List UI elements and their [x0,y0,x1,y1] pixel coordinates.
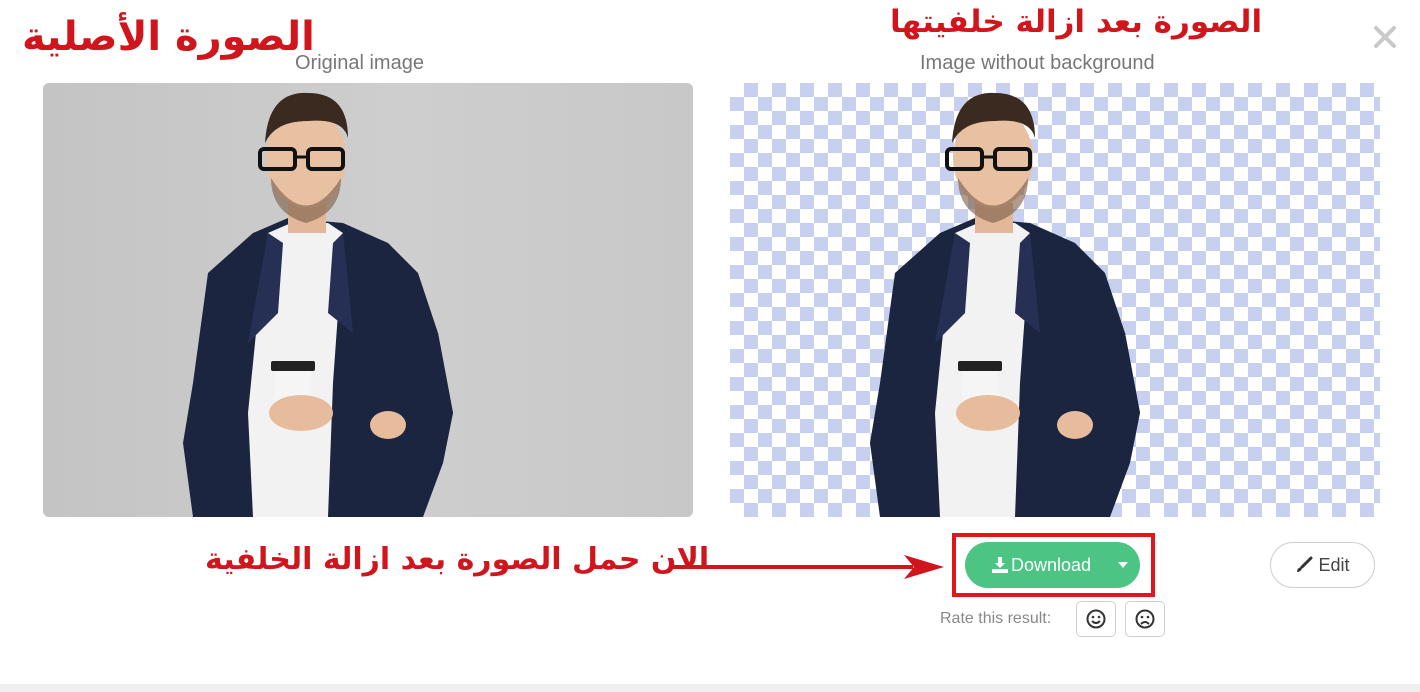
download-button[interactable]: Download [965,542,1140,588]
annotation-download-ar: الان حمل الصورة بعد ازالة الخلفية [205,542,710,577]
arrow-right-icon [670,555,944,579]
rate-happy-button[interactable] [1076,601,1116,637]
cutout-photo [870,92,1140,517]
frown-icon [1135,609,1155,629]
annotation-original-ar: الصورة الأصلية [22,14,315,60]
person-photo [183,92,453,517]
result-image-heading: Image without background [920,52,1155,74]
caret-down-icon[interactable] [1118,562,1128,568]
brush-icon [1295,556,1313,574]
bottom-divider [0,684,1420,692]
rate-sad-button[interactable] [1125,601,1165,637]
edit-label: Edit [1318,554,1350,575]
close-icon[interactable] [1372,24,1398,58]
original-image-heading: Original image [295,52,424,74]
download-label: Download [1011,554,1092,575]
annotation-result-ar: الصورة بعد ازالة خلفيتها [890,4,1263,40]
result-image [730,83,1380,517]
rate-label: Rate this result: [940,610,1052,627]
smile-icon [1086,609,1106,629]
edit-button[interactable]: Edit [1270,542,1375,588]
download-icon [991,556,1009,574]
original-image [43,83,693,517]
